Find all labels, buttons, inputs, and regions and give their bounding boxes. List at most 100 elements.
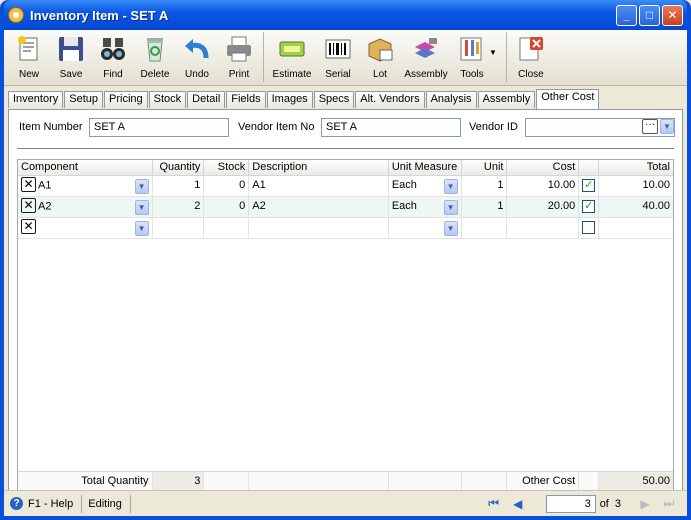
assembly-button[interactable]: Assembly [401,32,451,80]
column-header-stock[interactable]: Stock [204,160,250,175]
find-button[interactable]: Find [92,32,134,80]
binoculars-icon [101,38,125,60]
record-number-input[interactable]: 3 [545,494,596,513]
print-label: Print [228,69,250,80]
column-header-description[interactable]: Description [249,160,389,175]
row-checkbox[interactable]: ✓ [582,200,596,213]
tab-specs[interactable]: Specs [313,91,355,108]
cost-cell[interactable]: 20.00 [507,197,580,217]
row-checkbox[interactable]: ✓ [582,179,596,192]
new-button[interactable]: New [8,32,50,80]
column-header-component[interactable]: Component [18,160,153,175]
help-status[interactable]: ? F1 - Help [10,494,83,513]
total-quantity-value: 3 [152,472,205,491]
toolbar-separator [505,32,507,82]
component-cell[interactable]: ✕ ▼ [18,218,153,238]
tools-dropdown-caret-icon[interactable]: ▼ [489,48,497,57]
quantity-cell[interactable]: 2 [153,197,205,217]
check-cell[interactable]: ✓ [579,197,600,217]
remove-row-icon[interactable]: ✕ [21,177,36,192]
next-record-icon[interactable]: ▶ [635,497,655,511]
total-cell [599,218,673,238]
component-dropdown-icon[interactable]: ▼ [134,200,149,215]
unit-cell[interactable] [462,218,508,238]
tab-strip: Inventory Setup Pricing Stock Detail Fie… [4,86,687,109]
tab-stock[interactable]: Stock [148,91,187,108]
unit-measure-dropdown-icon[interactable]: ▼ [443,179,458,194]
column-header-cost[interactable]: Cost [507,160,580,175]
cost-cell[interactable]: 10.00 [507,176,580,196]
remove-row-icon[interactable]: ✕ [21,198,36,213]
description-cell[interactable]: A1 [249,176,389,196]
component-dropdown-icon[interactable]: ▼ [134,179,149,194]
remove-row-icon[interactable]: ✕ [21,219,36,234]
app-window: Inventory Item - SET A _ □ ✕ New Save Fi… [0,0,691,520]
item-number-field[interactable]: SET A [89,118,229,137]
unit-measure-cell[interactable]: Each ▼ [389,197,462,217]
estimate-button[interactable]: Estimate [267,32,317,80]
unit-measure-cell[interactable]: ▼ [389,218,462,238]
serial-button[interactable]: Serial [317,32,359,80]
footer-spacer [579,472,600,491]
help-text: F1 - Help [28,497,74,510]
vendor-id-dropdown-icon[interactable]: ▼ [660,119,674,134]
component-cell[interactable]: ✕ A1 ▼ [18,176,153,196]
tab-inventory[interactable]: Inventory [8,91,64,108]
serial-label: Serial [325,69,351,80]
new-document-icon [18,36,38,61]
footer-spacer [462,472,508,491]
tab-analysis[interactable]: Analysis [425,91,477,108]
row-checkbox[interactable] [582,221,596,234]
tab-detail[interactable]: Detail [187,91,226,108]
unit-cell[interactable]: 1 [462,176,508,196]
component-dropdown-icon[interactable]: ▼ [134,221,149,236]
tab-alt-vendors[interactable]: Alt. Vendors [355,91,425,108]
cost-cell[interactable] [507,218,580,238]
check-cell[interactable]: ✓ [579,176,600,196]
description-cell[interactable]: A2 [249,197,389,217]
tools-button[interactable]: Tools [451,32,493,80]
component-cell[interactable]: ✕ A2 ▼ [18,197,153,217]
lot-button[interactable]: Lot [359,32,401,80]
check-cell[interactable] [579,218,600,238]
record-navigator: ⏮ ◀ 3 of 3 ▶ ⏭ [482,494,681,513]
tab-other-cost[interactable]: Other Cost [536,89,600,109]
undo-button[interactable]: Undo [176,32,218,80]
unit-measure-dropdown-icon[interactable]: ▼ [443,221,458,236]
quantity-cell[interactable]: 1 [153,176,205,196]
column-header-check[interactable] [579,160,600,175]
column-header-unit[interactable]: Unit [462,160,508,175]
column-header-total[interactable]: Total [599,160,673,175]
column-header-quantity[interactable]: Quantity [153,160,205,175]
table-row-new: ✕ ▼ ▼ [18,218,673,239]
minimize-button[interactable]: _ [616,4,637,26]
quantity-cell[interactable] [153,218,205,238]
new-label: New [18,69,39,80]
tab-fields[interactable]: Fields [226,91,266,108]
delete-button[interactable]: Delete [134,32,176,80]
barcode-icon [325,39,351,59]
tab-setup[interactable]: Setup [64,91,103,108]
close-window-button[interactable]: ✕ [662,4,683,26]
maximize-button[interactable]: □ [639,4,660,26]
status-bar: ? F1 - Help Editing ⏮ ◀ 3 of 3 ▶ ⏭ [4,490,687,516]
print-button[interactable]: Print [218,32,260,80]
components-grid: Component Quantity Stock Description Uni… [17,159,674,492]
tab-assembly[interactable]: Assembly [477,91,536,108]
description-cell[interactable] [249,218,389,238]
previous-record-icon[interactable]: ◀ [508,497,528,511]
tab-images[interactable]: Images [266,91,313,108]
tab-pricing[interactable]: Pricing [104,91,148,108]
unit-measure-cell[interactable]: Each ▼ [389,176,462,196]
last-record-icon[interactable]: ⏭ [659,496,679,511]
close-form-button[interactable]: Close [510,32,552,80]
vendor-lookup-button[interactable]: ··· [642,119,658,134]
save-button[interactable]: Save [50,32,92,80]
first-record-icon[interactable]: ⏮ [484,496,504,511]
column-header-unit-measure[interactable]: Unit Measure [389,160,462,175]
unit-cell[interactable]: 1 [462,197,508,217]
estimate-icon [279,41,305,57]
vendor-item-no-field[interactable]: SET A [321,118,461,137]
unit-measure-dropdown-icon[interactable]: ▼ [443,200,458,215]
unit-measure-value: Each [391,200,417,212]
